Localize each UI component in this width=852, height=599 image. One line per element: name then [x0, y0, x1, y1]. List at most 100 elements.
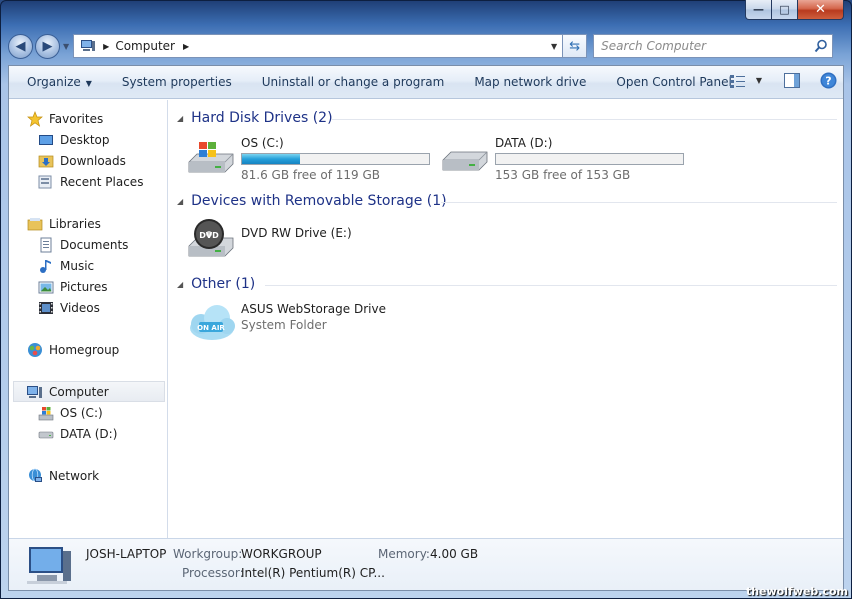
sidebar-item-downloads[interactable]: Downloads — [38, 150, 126, 171]
sidebar-item-pictures[interactable]: Pictures — [38, 276, 108, 297]
memory-label: Memory: — [378, 547, 430, 561]
drive-name: DATA (D:) — [495, 136, 553, 150]
sidebar-item-data-d[interactable]: DATA (D:) — [38, 423, 117, 444]
address-bar[interactable]: ▶ Computer ▶ ▼ — [73, 34, 564, 58]
dvd-label: DVD — [199, 231, 219, 240]
forward-button[interactable]: ▶ — [35, 33, 60, 59]
sidebar-item-homegroup[interactable]: Homegroup — [27, 339, 119, 360]
star-icon — [27, 110, 43, 127]
group-divider — [265, 285, 837, 286]
refresh-button[interactable]: ⇆ — [563, 34, 588, 58]
address-dropdown-icon[interactable]: ▼ — [551, 42, 557, 51]
navigation-pane: Favorites Desktop Downloads Recent Place… — [9, 100, 168, 540]
computer-icon — [27, 385, 42, 398]
sidebar-item-documents[interactable]: Documents — [38, 234, 128, 255]
caption-buttons: — □ ✕ — [745, 0, 844, 20]
drive-usage-bar — [495, 153, 684, 165]
navigation-row: ◀ ▶ ▼ ▶ Computer ▶ ▼ ⇆ Search Computer — [8, 33, 844, 59]
change-view-button[interactable]: ▼ — [729, 74, 762, 88]
group-header-hard-disk-drives[interactable]: ◢ Hard Disk Drives (2) — [177, 107, 333, 129]
on-air-label: ON AIR — [197, 324, 225, 332]
preview-pane-icon — [784, 73, 800, 88]
collapse-icon: ◢ — [177, 113, 184, 123]
group-divider — [331, 119, 837, 120]
drive-name: OS (C:) — [241, 136, 284, 150]
close-button[interactable]: ✕ — [798, 0, 844, 20]
windows-drive-icon — [188, 142, 234, 173]
recent-places-icon — [38, 175, 52, 188]
dvd-drive-icon: DVD — [188, 219, 234, 257]
workgroup-value: WORKGROUP — [241, 547, 322, 561]
sidebar-item-desktop[interactable]: Desktop — [38, 129, 110, 150]
command-bar: Organize ▼ System properties Uninstall or… — [9, 66, 843, 99]
collapse-icon: ◢ — [177, 196, 184, 206]
maximize-button[interactable]: □ — [772, 0, 798, 20]
group-header-removable-storage[interactable]: ◢ Devices with Removable Storage (1) — [177, 190, 447, 212]
help-icon: ? — [820, 72, 837, 89]
sidebar-item-libraries[interactable]: Libraries — [27, 213, 101, 234]
drive-icon — [38, 431, 54, 438]
minimize-button[interactable]: — — [745, 0, 772, 20]
cloud-storage-icon: ON AIR — [190, 305, 235, 340]
memory-value: 4.00 GB — [430, 547, 479, 561]
sidebar-item-videos[interactable]: Videos — [38, 297, 100, 318]
search-input[interactable]: Search Computer — [593, 34, 834, 58]
collapse-icon: ◢ — [177, 279, 184, 289]
folder-type: System Folder — [241, 318, 327, 332]
drive-data-d[interactable]: DATA (D:) 153 GB free of 153 GB — [441, 136, 701, 184]
videos-icon — [39, 301, 53, 314]
details-pane: JOSH-LAPTOP Workgroup: WORKGROUP Memory:… — [9, 538, 843, 590]
view-icon — [729, 74, 745, 88]
drive-dvd-e[interactable]: DVD DVD RW Drive (E:) — [187, 219, 407, 268]
sidebar-item-os-c[interactable]: OS (C:) — [38, 402, 103, 423]
sidebar-item-network[interactable]: Network — [27, 465, 99, 486]
drive-usage-fill — [242, 154, 300, 164]
search-icon[interactable] — [814, 39, 828, 53]
downloads-folder-icon — [38, 155, 54, 167]
uninstall-program-button[interactable]: Uninstall or change a program — [247, 75, 460, 89]
drive-name: DVD RW Drive (E:) — [241, 226, 352, 240]
drive-free-space: 81.6 GB free of 119 GB — [241, 168, 380, 182]
preview-pane-button[interactable] — [784, 73, 800, 88]
sidebar-item-computer[interactable]: Computer — [13, 381, 165, 402]
drive-icon — [442, 151, 488, 171]
asus-webstorage-drive[interactable]: ON AIR ASUS WebStorage Drive System Fold… — [187, 302, 427, 350]
computer-name: JOSH-LAPTOP — [86, 547, 167, 561]
music-icon — [40, 259, 51, 273]
content-pane: ◢ Hard Disk Drives (2) OS (C:) 81.6 GB f… — [169, 100, 843, 540]
pictures-icon — [38, 281, 54, 293]
homegroup-icon — [28, 342, 42, 357]
back-button[interactable]: ◀ — [8, 33, 33, 59]
drive-usage-bar — [241, 153, 430, 165]
folder-name: ASUS WebStorage Drive — [241, 302, 386, 316]
libraries-icon — [27, 217, 43, 230]
group-divider — [441, 202, 837, 203]
map-network-drive-button[interactable]: Map network drive — [459, 75, 601, 89]
help-button[interactable]: ? — [820, 72, 837, 89]
processor-label: Processor: — [182, 566, 244, 580]
sidebar-item-music[interactable]: Music — [38, 255, 94, 276]
system-properties-button[interactable]: System properties — [107, 75, 247, 89]
computer-icon — [81, 40, 96, 51]
view-dropdown-icon: ▼ — [755, 76, 762, 85]
computer-icon — [27, 547, 71, 584]
breadcrumb-expand-icon[interactable]: ▶ — [183, 42, 189, 51]
sidebar-item-recent-places[interactable]: Recent Places — [38, 171, 143, 192]
workgroup-label: Workgroup: — [173, 547, 243, 561]
drive-free-space: 153 GB free of 153 GB — [495, 168, 631, 182]
drive-os-c[interactable]: OS (C:) 81.6 GB free of 119 GB — [187, 136, 447, 184]
organize-button[interactable]: Organize ▼ — [9, 75, 107, 89]
windows-drive-icon — [38, 406, 54, 420]
breadcrumb-computer[interactable]: Computer — [115, 39, 175, 53]
group-header-other[interactable]: ◢ Other (1) — [177, 273, 255, 295]
sidebar-item-favorites[interactable]: Favorites — [27, 108, 103, 129]
desktop-icon — [39, 134, 53, 145]
explorer-window: Organize ▼ System properties Uninstall or… — [8, 65, 844, 591]
watermark: thewolfweb.com — [745, 585, 848, 598]
network-icon — [29, 468, 42, 482]
breadcrumb-separator-icon[interactable]: ▶ — [103, 42, 109, 51]
organize-dropdown-icon: ▼ — [85, 79, 92, 88]
documents-icon — [40, 237, 52, 252]
search-placeholder: Search Computer — [601, 39, 707, 53]
recent-pages-dropdown-icon[interactable]: ▼ — [63, 42, 69, 51]
